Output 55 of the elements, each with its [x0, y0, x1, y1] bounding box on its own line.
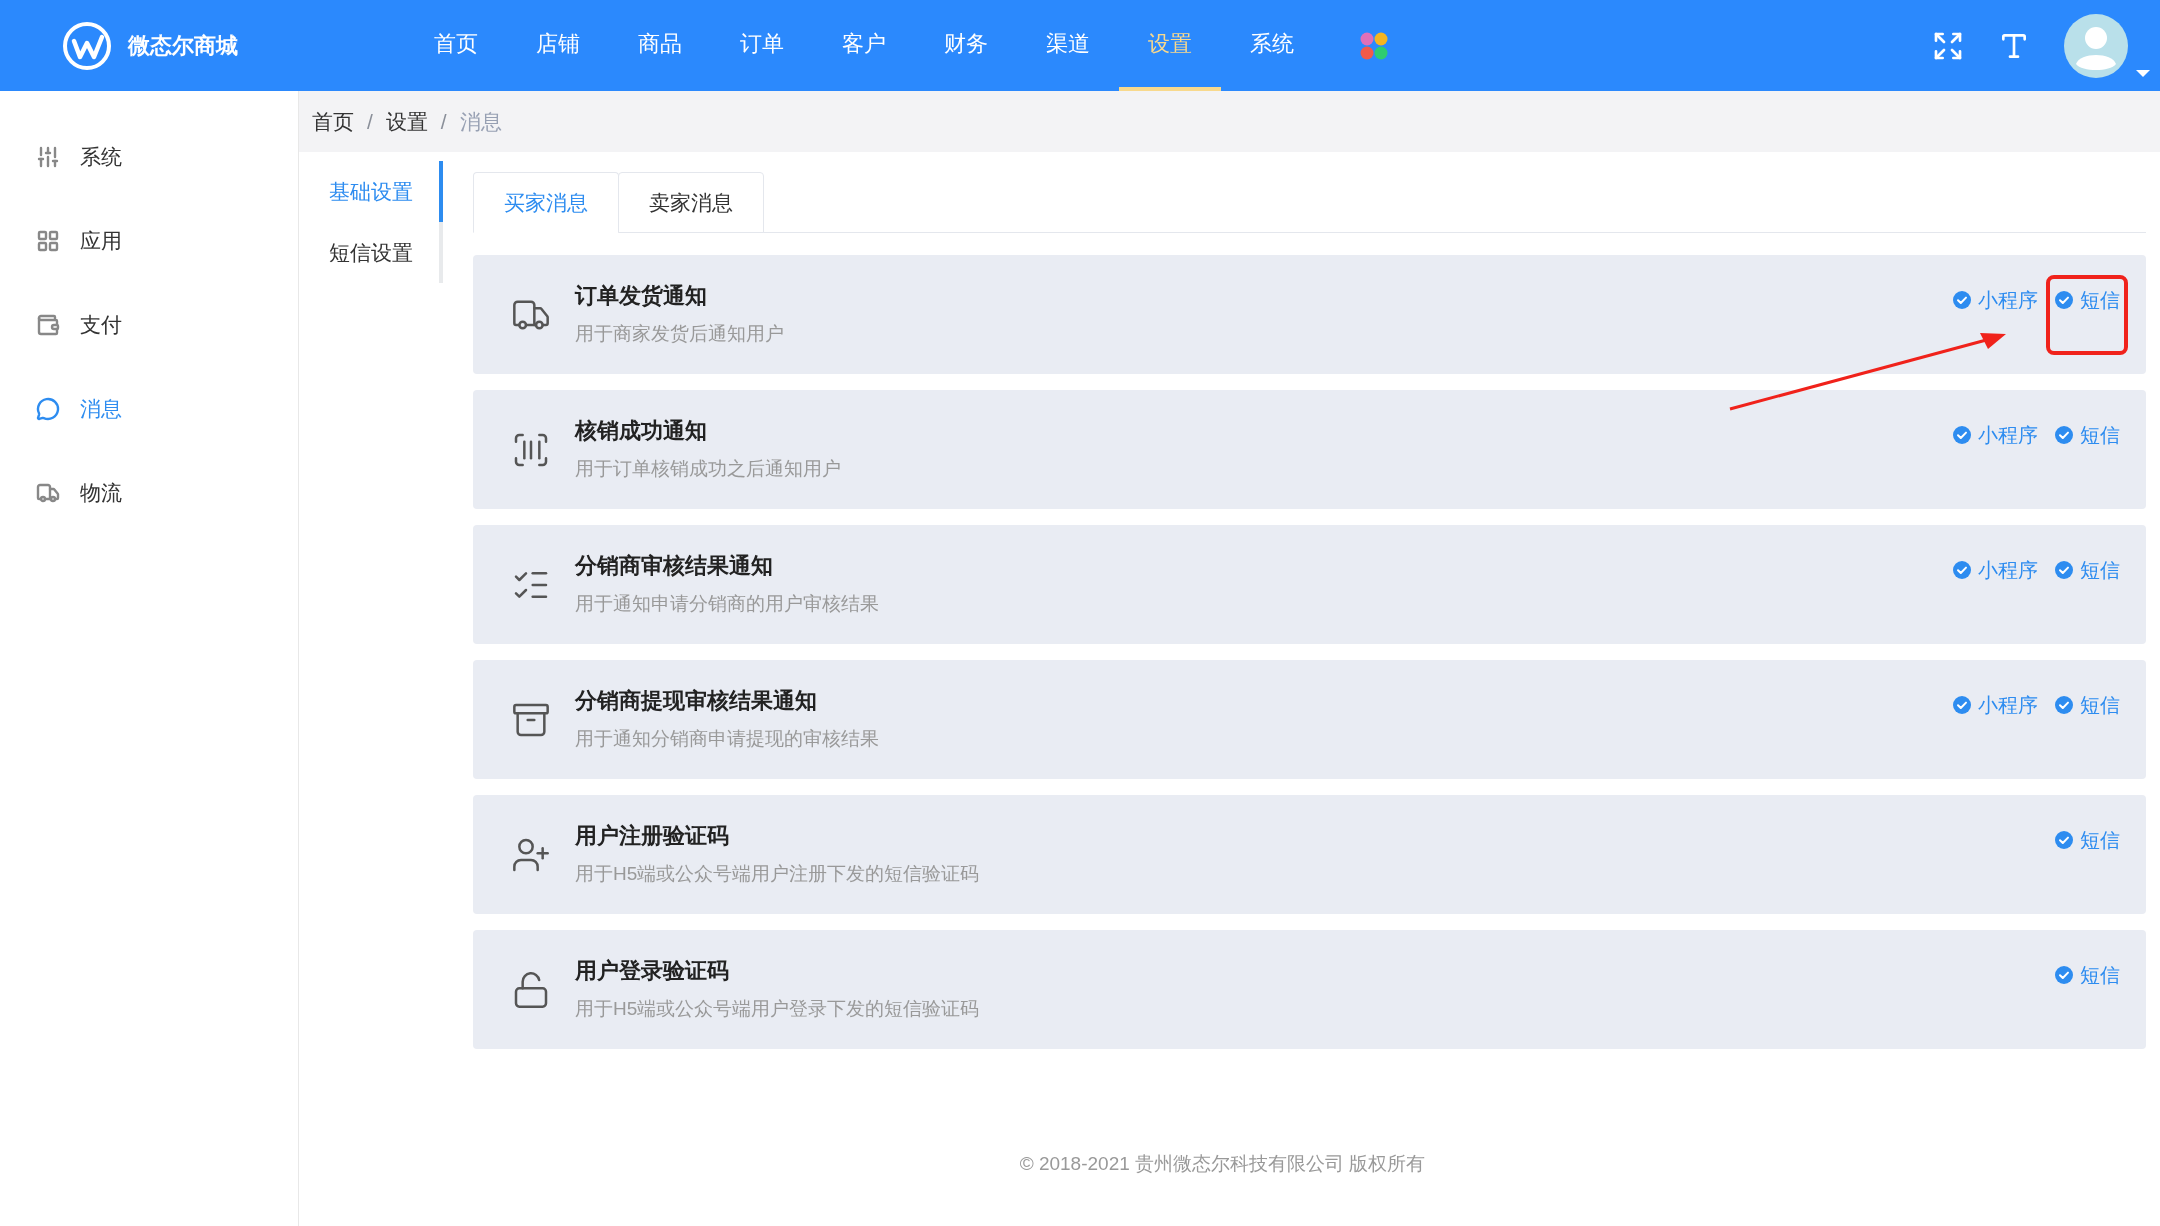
tab[interactable]: 买家消息: [473, 172, 619, 233]
chat-bubble-icon: [36, 397, 60, 421]
caret-down-icon[interactable]: [2136, 67, 2150, 78]
submenu-item[interactable]: 短信设置: [299, 222, 443, 283]
notification-title: 用户登录验证码: [575, 957, 730, 985]
channel-checkbox[interactable]: 小程序: [1948, 684, 2042, 726]
sidebar-item[interactable]: 支付: [0, 283, 298, 367]
sidebar-item[interactable]: 系统: [0, 115, 298, 199]
copyright-footer: © 2018-2021 贵州微态尔科技有限公司 版权所有: [299, 1149, 2146, 1178]
notification-description: 用于H5端或公众号端用户登录下发的短信验证码: [575, 997, 980, 1021]
nav-tab[interactable]: 财务: [915, 0, 1017, 91]
channel-checkbox[interactable]: 短信: [2050, 549, 2124, 591]
sidebar-item[interactable]: 应用: [0, 199, 298, 283]
tab[interactable]: 卖家消息: [618, 172, 764, 233]
nav-tab[interactable]: 客户: [813, 0, 915, 91]
nav-tab[interactable]: 订单: [711, 0, 813, 91]
notification-description: 用于通知分销商申请提现的审核结果: [575, 727, 879, 751]
sidebar-item[interactable]: 物流: [0, 451, 298, 535]
breadcrumb-separator: /: [367, 108, 373, 135]
notification-title: 订单发货通知: [575, 282, 708, 310]
wallet-icon: [36, 313, 60, 337]
breadcrumb-separator: /: [440, 108, 447, 135]
breadcrumb-link[interactable]: 消息: [459, 105, 502, 138]
sliders-icon: [36, 145, 60, 169]
notification-title: 核销成功通知: [575, 417, 708, 445]
channel-checkbox[interactable]: 短信: [2050, 819, 2124, 861]
submenu-item[interactable]: 基础设置: [299, 161, 443, 222]
breadcrumb-link[interactable]: 首页: [312, 105, 354, 138]
nav-tab[interactable]: 渠道: [1017, 0, 1119, 91]
notification-description: 用于订单核销成功之后通知用户: [575, 457, 841, 481]
grid-icon: [36, 229, 60, 253]
sidebar-item[interactable]: 消息: [0, 367, 298, 451]
channel-checkbox[interactable]: 小程序: [1948, 549, 2042, 591]
notification-description: 用于通知申请分销商的用户审核结果: [575, 592, 879, 616]
nav-tab[interactable]: 店铺: [507, 0, 609, 91]
notification-description: 用于H5端或公众号端用户注册下发的短信验证码: [575, 862, 980, 886]
channel-checkbox[interactable]: 短信: [2050, 279, 2124, 351]
channel-checkbox[interactable]: 短信: [2050, 414, 2124, 456]
channel-checkbox[interactable]: 短信: [2050, 954, 2124, 996]
truck-icon: [36, 481, 60, 505]
channel-checkbox[interactable]: 短信: [2050, 684, 2124, 726]
notification-title: 分销商审核结果通知: [575, 552, 774, 580]
nav-tab[interactable]: 系统: [1221, 0, 1323, 91]
channel-checkbox[interactable]: 小程序: [1948, 279, 2042, 321]
notification-title: 用户注册验证码: [575, 822, 730, 850]
apps-icon[interactable]: [1359, 30, 1389, 61]
nav-tab[interactable]: 商品: [609, 0, 711, 91]
notification-title: 分销商提现审核结果通知: [575, 687, 818, 715]
avatar-icon[interactable]: [2064, 13, 2128, 78]
channel-checkbox[interactable]: 小程序: [1948, 414, 2042, 456]
logo-icon: [62, 20, 112, 71]
notification-description: 用于商家发货后通知用户: [575, 322, 784, 346]
breadcrumb-link[interactable]: 设置: [385, 105, 428, 138]
brand-name: 微态尔商城: [128, 32, 238, 60]
nav-tab[interactable]: 首页: [405, 0, 507, 91]
